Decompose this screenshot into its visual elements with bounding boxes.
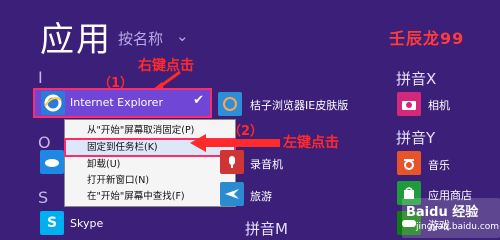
app-label-music[interactable]: 音乐 (428, 157, 450, 173)
section-letter-i: I (38, 68, 43, 87)
app-label-orange-browser[interactable]: 桔子浏览器IE皮肤版 (250, 97, 348, 113)
menu-item-open-new-window[interactable]: 打开新窗口(N) (65, 172, 235, 189)
music-icon[interactable] (397, 151, 421, 175)
tile-label: Internet Explorer (70, 96, 163, 109)
section-letter-s: S (38, 188, 49, 207)
internet-explorer-icon (41, 91, 65, 115)
camera-icon[interactable] (397, 92, 421, 116)
recorder-icon[interactable] (220, 150, 244, 174)
app-label-recorder[interactable]: 录音机 (250, 156, 283, 172)
menu-item-uninstall[interactable]: 卸载(U) (65, 156, 235, 173)
onedrive-icon[interactable] (40, 150, 64, 174)
pinyin-header-m: 拼音M (245, 220, 288, 238)
tile-internet-explorer[interactable]: Internet Explorer ✔ (33, 88, 212, 118)
orange-browser-icon[interactable] (218, 92, 242, 116)
pinyin-header-x: 拼音X (396, 70, 437, 88)
annotation-left-click: 左键点击 (283, 135, 339, 151)
chevron-down-icon[interactable]: ⌄ (176, 27, 189, 45)
app-label-skype[interactable]: Skype (70, 217, 103, 230)
page-title: 应用 (40, 20, 112, 60)
checkmark-icon: ✔ (193, 93, 204, 108)
sort-by-name[interactable]: 按名称 (118, 28, 163, 49)
app-label-travel[interactable]: 旅游 (250, 188, 272, 204)
app-label-camera[interactable]: 相机 (428, 97, 450, 113)
watermark-site: Baidu 经验 (406, 205, 479, 220)
skype-icon[interactable]: S (40, 211, 64, 235)
travel-icon[interactable] (220, 182, 244, 206)
annotation-one: （1） (98, 76, 134, 91)
watermark-top: 壬辰龙99 (389, 29, 465, 48)
watermark-url: jingyan.baidu.com (416, 222, 500, 232)
baidu-watermark: Baidu 经验 jingyan.baidu.com (402, 198, 500, 238)
red-arrow-icon (152, 70, 181, 90)
menu-item-find-on-start[interactable]: 在"开始"屏幕中查找(F) (65, 188, 235, 205)
pinyin-header-y: 拼音Y (396, 129, 436, 147)
